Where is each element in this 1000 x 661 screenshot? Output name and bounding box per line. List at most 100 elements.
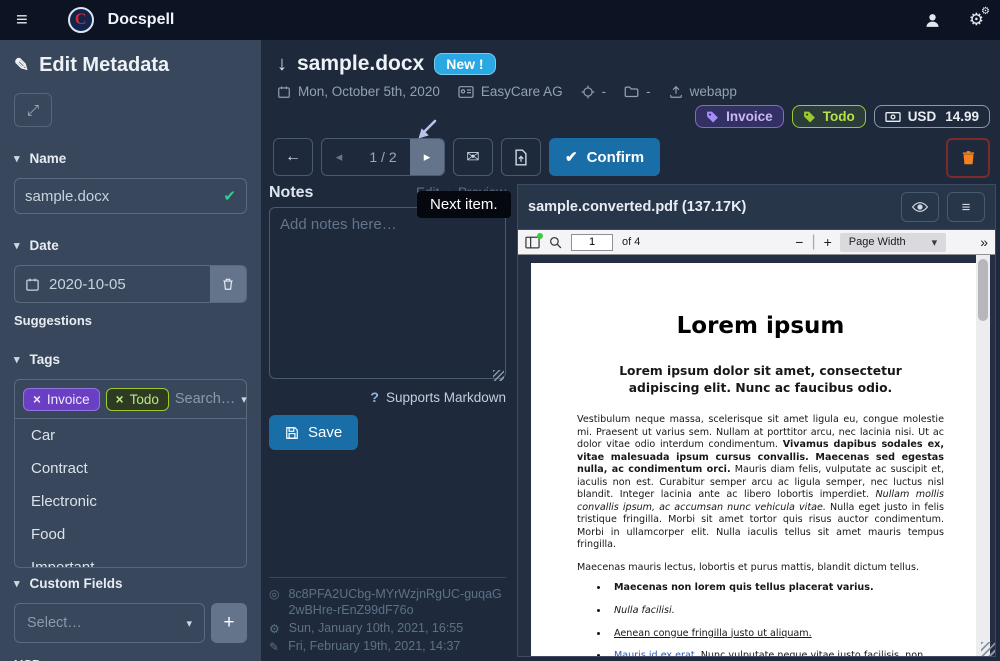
markdown-hint-link[interactable]: ? Supports Markdown: [370, 389, 506, 405]
tag-search-input[interactable]: Search…: [175, 391, 235, 407]
item-meta-row: Mon, October 5th, 2020 EasyCare AG - - w…: [261, 76, 1000, 99]
tag-option-car[interactable]: Car: [15, 419, 246, 452]
brand-title[interactable]: Docspell: [108, 11, 175, 29]
zoom-level-select[interactable]: Page Width ▾: [840, 233, 946, 252]
pill-invoice[interactable]: Invoice: [695, 105, 784, 128]
clear-date-button[interactable]: [210, 266, 246, 302]
close-icon[interactable]: ×: [116, 392, 124, 407]
document-paragraph: Vestibulum neque massa, scelerisque sit …: [577, 414, 944, 551]
date-value: 2020-10-05: [49, 276, 126, 293]
item-correspondent[interactable]: EasyCare AG: [458, 84, 563, 99]
date-field[interactable]: 2020-10-05: [15, 266, 210, 302]
tags-section-label: Tags: [30, 352, 61, 367]
bullet-item: Maecenas non lorem quis tellus placerat …: [609, 582, 944, 594]
add-custom-field-button[interactable]: +: [211, 603, 247, 643]
expand-sidebar-button[interactable]: ⤢: [14, 93, 52, 127]
zoom-level-value: Page Width: [849, 236, 906, 248]
custom-field-select[interactable]: Select… ▾: [14, 603, 205, 643]
document-title: Lorem ipsum: [577, 313, 944, 339]
concerning-text: -: [602, 84, 607, 99]
name-input[interactable]: [25, 188, 214, 205]
pill-todo[interactable]: Todo: [792, 105, 866, 128]
pill-usd-amount[interactable]: USD 14.99: [874, 105, 990, 128]
notes-heading: Notes: [269, 184, 313, 202]
upload-icon: [669, 85, 683, 99]
pdf-preview-panel: sample.converted.pdf (137.17K) ≡: [517, 184, 996, 657]
notes-textarea[interactable]: [269, 207, 506, 379]
section-name[interactable]: ▾ Name: [14, 151, 247, 166]
eye-icon: [912, 201, 928, 213]
previous-item-button[interactable]: ◂: [322, 139, 356, 175]
section-custom-fields[interactable]: ▾ Custom Fields: [14, 576, 247, 591]
item-id-value: 8c8PFA2UCbg-MYrWzjnRgUC-guqaG2wBHre-rEnZ…: [288, 586, 504, 619]
custom-fields-section-label: Custom Fields: [30, 576, 123, 591]
item-toolbar: ← ◂ 1 / 2 ▸ ✉ ✔ Confirm: [261, 128, 1000, 178]
user-icon[interactable]: [924, 12, 941, 29]
chevron-down-icon: ▾: [14, 239, 20, 252]
pdf-panel-header: sample.converted.pdf (137.17K) ≡: [518, 185, 995, 230]
tag-option-electronic[interactable]: Electronic: [15, 485, 246, 518]
new-badge[interactable]: New !: [434, 53, 495, 75]
chevron-down-icon: ▾: [14, 577, 20, 590]
page-indicator: 1 / 2: [356, 139, 410, 175]
zoom-in-button[interactable]: +: [824, 234, 832, 250]
textarea-resize-handle[interactable]: [493, 370, 504, 381]
chevron-down-icon: ▾: [932, 236, 938, 249]
next-item-button[interactable]: ▸: [410, 139, 444, 175]
document-paragraph: Maecenas mauris lectus, lobortis et puru…: [577, 562, 944, 573]
pdf-viewer-area: Lorem ipsum Lorem ipsum dolor sit amet, …: [518, 255, 995, 656]
save-notes-button[interactable]: Save: [269, 415, 358, 450]
zoom-out-button[interactable]: −: [795, 234, 803, 250]
tag-pills-row: Invoice Todo USD 14.99: [261, 99, 1000, 128]
created-date: Sun, January 10th, 2021, 16:55: [289, 621, 463, 635]
select-placeholder: Select…: [27, 615, 82, 631]
trash-icon: [221, 277, 235, 291]
pill-label: Invoice: [726, 109, 773, 124]
tag-chip-invoice[interactable]: × Invoice: [23, 388, 100, 411]
tag-chip-todo[interactable]: × Todo: [106, 388, 169, 411]
sidebar-toggle-button[interactable]: [525, 236, 540, 249]
item-folder[interactable]: -: [624, 84, 651, 99]
envelope-icon: ✉: [466, 147, 479, 167]
pdf-menu-button[interactable]: ≡: [947, 192, 985, 222]
id-card-icon: [458, 85, 474, 99]
item-pager: ◂ 1 / 2 ▸: [321, 138, 445, 176]
tag-option-food[interactable]: Food: [15, 518, 246, 551]
tag-icon: [706, 110, 719, 123]
item-source[interactable]: webapp: [669, 84, 737, 99]
close-icon[interactable]: ×: [33, 392, 41, 407]
panel-resize-handle[interactable]: [981, 642, 995, 656]
section-tags[interactable]: ▾ Tags: [14, 352, 247, 367]
pdf-scrollbar-thumb[interactable]: [978, 259, 988, 321]
item-date[interactable]: Mon, October 5th, 2020: [277, 84, 440, 99]
content-row: Notes Edit • Preview ? Supports Markdown: [261, 178, 1000, 661]
notification-dot: [537, 233, 543, 239]
check-icon: ✔: [565, 148, 578, 166]
search-icon[interactable]: [549, 236, 562, 249]
tag-option-contract[interactable]: Contract: [15, 452, 246, 485]
correspondent-text: EasyCare AG: [481, 84, 563, 99]
document-bullet-list: Maecenas non lorem quis tellus placerat …: [609, 582, 944, 656]
confirm-button[interactable]: ✔ Confirm: [549, 138, 660, 176]
menu-icon[interactable]: ≡: [16, 9, 28, 32]
document-link[interactable]: Mauris id ex erat.: [614, 650, 698, 656]
item-concerning[interactable]: -: [581, 84, 607, 99]
expand-icon: ⤢: [27, 102, 39, 119]
pdf-page: Lorem ipsum Lorem ipsum dolor sit amet, …: [531, 263, 978, 656]
next-item-tooltip: Next item.: [417, 191, 511, 218]
tags-multiselect[interactable]: × Invoice × Todo Search… ▾: [14, 379, 247, 419]
toolbar-more-button[interactable]: »: [980, 234, 988, 250]
source-text: webapp: [690, 84, 737, 99]
section-date[interactable]: ▾ Date: [14, 238, 247, 253]
edit-metadata-sidebar: ✎ Edit Metadata ⤢ ▾ Name ✔ ▾ Date 2020-1…: [0, 40, 261, 661]
settings-gears-icon[interactable]: ⚙⚙: [969, 10, 984, 30]
back-button[interactable]: ←: [273, 138, 313, 176]
docspell-logo[interactable]: C: [68, 7, 94, 33]
preview-eye-button[interactable]: [901, 192, 939, 222]
delete-item-button[interactable]: [946, 138, 990, 178]
tag-option-important[interactable]: Important: [15, 551, 246, 568]
mail-button[interactable]: ✉: [453, 138, 493, 176]
reprocess-file-button[interactable]: [501, 138, 541, 176]
page-number-input[interactable]: [571, 234, 613, 251]
document-heading: Lorem ipsum dolor sit amet, consectetur …: [577, 363, 944, 397]
